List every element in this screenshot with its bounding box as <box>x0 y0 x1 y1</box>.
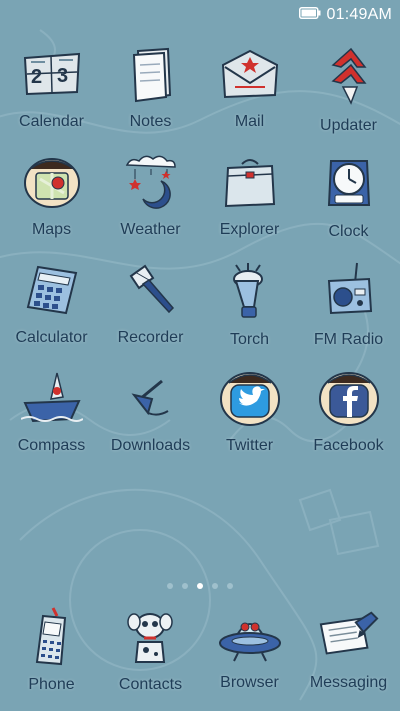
app-explorer[interactable]: Explorer <box>202 153 297 239</box>
app-recorder[interactable]: Recorder <box>103 261 198 347</box>
app-phone[interactable]: Phone <box>4 606 99 693</box>
browser-icon <box>218 606 282 666</box>
contacts-icon <box>119 606 183 668</box>
messaging-icon <box>317 606 381 666</box>
dock: Phone Contacts Browser Messaging <box>0 606 400 693</box>
app-compass[interactable]: Compass <box>4 369 99 455</box>
app-label: Messaging <box>309 674 388 691</box>
maps-icon <box>20 153 84 211</box>
app-downloads[interactable]: Downloads <box>103 369 198 455</box>
clock-icon <box>317 153 381 213</box>
page-dot-active[interactable] <box>197 583 203 589</box>
app-weather[interactable]: Weather <box>103 153 198 239</box>
updater-icon <box>317 45 381 107</box>
app-label: Calculator <box>15 329 88 346</box>
app-torch[interactable]: Torch <box>202 261 297 348</box>
app-label: Weather <box>120 221 181 238</box>
page-dot[interactable] <box>227 583 233 589</box>
page-dot[interactable] <box>167 583 173 589</box>
explorer-icon <box>218 153 282 211</box>
app-maps[interactable]: Maps <box>4 153 99 239</box>
app-label: Clock <box>328 223 369 240</box>
app-label: Compass <box>17 437 86 454</box>
app-messaging[interactable]: Messaging <box>301 606 396 692</box>
mail-icon <box>218 45 282 103</box>
phone-icon <box>20 606 84 668</box>
svg-text:2: 2 <box>31 66 42 88</box>
app-grid: 2 3 Calendar Notes Mail Updater Maps Wea… <box>0 45 400 455</box>
weather-icon <box>119 153 183 211</box>
app-label: Phone <box>28 676 75 693</box>
app-mail[interactable]: Mail <box>202 45 297 131</box>
app-fm-radio[interactable]: FM Radio <box>301 261 396 348</box>
app-label: Maps <box>31 221 72 238</box>
app-notes[interactable]: Notes <box>103 45 198 131</box>
app-label: Notes <box>129 113 172 130</box>
app-label: Calendar <box>19 113 84 130</box>
app-label: Contacts <box>118 676 183 693</box>
app-twitter[interactable]: Twitter <box>202 369 297 455</box>
compass-icon <box>20 369 84 427</box>
app-facebook[interactable]: Facebook <box>301 369 396 455</box>
app-label: Twitter <box>225 437 274 454</box>
battery-icon <box>298 6 321 24</box>
app-label: Facebook <box>313 437 384 454</box>
facebook-icon <box>317 369 381 427</box>
status-time: 01:49AM <box>326 6 392 23</box>
calculator-icon <box>20 261 84 319</box>
app-label: Recorder <box>117 329 184 346</box>
app-clock[interactable]: Clock <box>301 153 396 240</box>
app-label: FM Radio <box>313 331 384 348</box>
app-calculator[interactable]: Calculator <box>4 261 99 347</box>
app-label: Updater <box>320 117 377 134</box>
page-indicator <box>0 583 400 589</box>
app-contacts[interactable]: Contacts <box>103 606 198 693</box>
twitter-icon <box>218 369 282 427</box>
app-label: Explorer <box>219 221 280 238</box>
status-bar: 01:49AM <box>0 0 400 30</box>
app-label: Browser <box>220 674 279 691</box>
page-dot[interactable] <box>182 583 188 589</box>
radio-icon <box>317 261 381 321</box>
downloads-icon <box>119 369 183 427</box>
calendar-icon: 2 3 <box>20 45 84 103</box>
page-dot[interactable] <box>212 583 218 589</box>
app-label: Mail <box>234 113 265 130</box>
app-label: Torch <box>229 331 270 348</box>
notes-icon <box>119 45 183 103</box>
app-updater[interactable]: Updater <box>301 45 396 134</box>
app-label: Downloads <box>110 437 191 454</box>
recorder-icon <box>119 261 183 319</box>
app-calendar[interactable]: 2 3 Calendar <box>4 45 99 131</box>
app-browser[interactable]: Browser <box>202 606 297 692</box>
svg-text:3: 3 <box>57 65 68 87</box>
torch-icon <box>218 261 282 321</box>
